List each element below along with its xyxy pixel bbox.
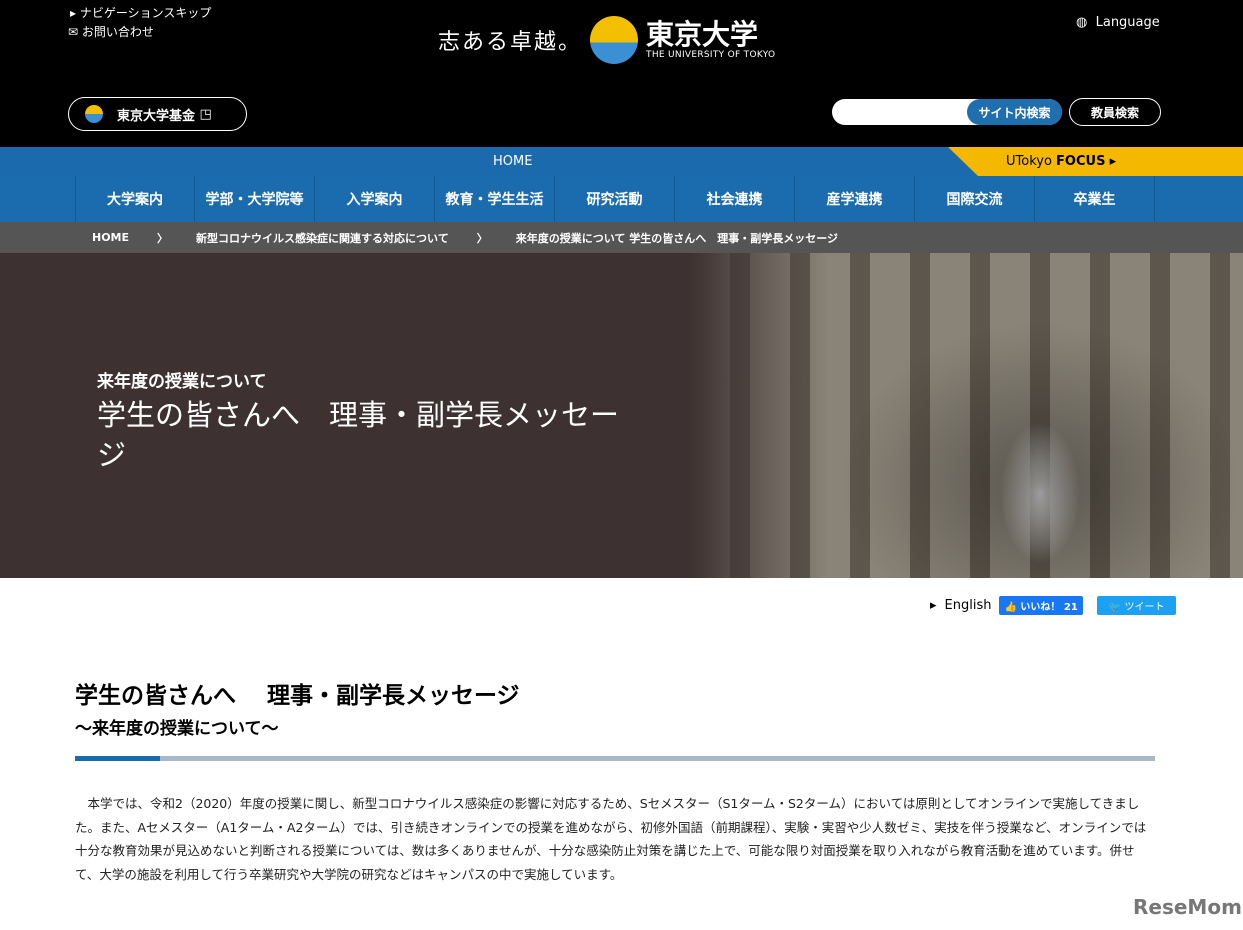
faculty-search-button[interactable]: 教員検索 <box>1069 98 1161 126</box>
tweet-label: ツイート <box>1124 602 1165 613</box>
utokyo-focus-link[interactable]: UTokyo FOCUS ▸ <box>948 147 1243 176</box>
watermark-logo: ReseMom <box>1133 895 1242 919</box>
site-header: ▸ ナビゲーションスキップ ✉ お問い合わせ 志ある卓越。 東京大学 THE UN… <box>0 0 1243 147</box>
skip-label: ナビゲーションスキップ <box>79 6 212 20</box>
facebook-like-button[interactable]: 👍 いいね！ 21 <box>999 596 1083 615</box>
article-subtitle: ～来年度の授業について～ <box>75 719 279 739</box>
globe-icon: ◍ <box>1076 15 1088 30</box>
search-input[interactable] <box>842 99 972 125</box>
chevron-right-icon: 〉 <box>476 231 488 245</box>
breadcrumb-home[interactable]: HOME <box>92 231 129 244</box>
univ-name-en: THE UNIVERSITY OF TOKYO <box>646 49 776 60</box>
chevron-right-icon: 〉 <box>157 231 169 245</box>
nav-item[interactable]: 大学案内 <box>75 176 195 222</box>
like-count: 21 <box>1063 602 1078 613</box>
breadcrumb-current: 来年度の授業について 学生の皆さんへ 理事・副学長メッセージ <box>515 231 838 245</box>
site-logo[interactable]: 志ある卓越。 東京大学 THE UNIVERSITY OF TOKYO <box>438 12 798 67</box>
nav-item[interactable]: 卒業生 <box>1035 176 1155 222</box>
main-nav: 大学案内 学部・大学院等 入学案内 教育・学生生活 研究活動 社会連携 産学連携… <box>0 176 1243 222</box>
language-button[interactable]: ◍ Language <box>1076 15 1160 30</box>
hero-arcade-image <box>690 253 1243 578</box>
contact-label: お問い合わせ <box>81 25 154 39</box>
slogan: 志ある卓越。 <box>438 29 583 55</box>
mail-icon: ✉ <box>68 25 79 39</box>
nav-item[interactable]: 社会連携 <box>675 176 795 222</box>
focus-label: FOCUS <box>1056 154 1106 169</box>
nav-item[interactable]: 教育・学生生活 <box>435 176 555 222</box>
arrow-right-icon: ▸ <box>1109 154 1117 169</box>
nav-item[interactable]: 入学案内 <box>315 176 435 222</box>
twitter-icon: 🐦 <box>1108 602 1122 613</box>
breadcrumb-item[interactable]: 新型コロナウイルス感染症に関連する対応について <box>196 230 449 246</box>
thumbs-up-icon: 👍 <box>1004 602 1017 613</box>
hero-title: 学生の皆さんへ 理事・副学長メッセージ <box>97 398 620 472</box>
english-link[interactable]: English <box>945 598 992 613</box>
tweet-button[interactable]: 🐦 ツイート <box>1096 596 1177 615</box>
site-search-button[interactable]: サイト内検索 <box>967 99 1062 125</box>
share-bar: ▸ English 👍 いいね！ 21 🐦 ツイート <box>930 596 1177 615</box>
fund-label: 東京大学基金 <box>117 108 196 124</box>
title-divider <box>75 756 1155 761</box>
fund-link[interactable]: 東京大学基金 ◳ <box>68 97 247 131</box>
home-bar: HOME UTokyo FOCUS ▸ <box>0 147 1243 176</box>
home-link[interactable]: HOME <box>493 154 532 169</box>
hero-banner: 来年度の授業について 学生の皆さんへ 理事・副学長メッセージ <box>0 253 1243 578</box>
nav-item[interactable]: 国際交流 <box>915 176 1035 222</box>
external-link-icon: ◳ <box>199 106 212 122</box>
fund-logo-icon <box>85 105 103 123</box>
contact-link[interactable]: ✉ お問い合わせ <box>68 23 154 40</box>
breadcrumb: HOME 〉 新型コロナウイルス感染症に関連する対応について 〉 来年度の授業に… <box>0 222 1243 253</box>
nav-skip-link[interactable]: ▸ ナビゲーションスキップ <box>70 4 211 21</box>
nav-item[interactable]: 学部・大学院等 <box>195 176 315 222</box>
hero-subtitle: 来年度の授業について <box>97 372 267 392</box>
like-label: いいね！ <box>1020 602 1061 613</box>
focus-prefix: UTokyo <box>1006 154 1057 169</box>
univ-name-jp: 東京大学 <box>646 17 759 51</box>
article-title: 学生の皆さんへ 理事・副学長メッセージ <box>75 683 520 709</box>
ginkgo-logo-icon <box>590 15 639 64</box>
article-body: 本学では、令和2（2020）年度の授業に関し、新型コロナウイルス感染症の影響に対… <box>75 796 1147 882</box>
language-label: Language <box>1095 15 1160 30</box>
caret-right-icon: ▸ <box>930 598 937 613</box>
site-search: サイト内検索 <box>832 99 1062 125</box>
nav-item[interactable]: 研究活動 <box>555 176 675 222</box>
nav-item[interactable]: 産学連携 <box>795 176 915 222</box>
